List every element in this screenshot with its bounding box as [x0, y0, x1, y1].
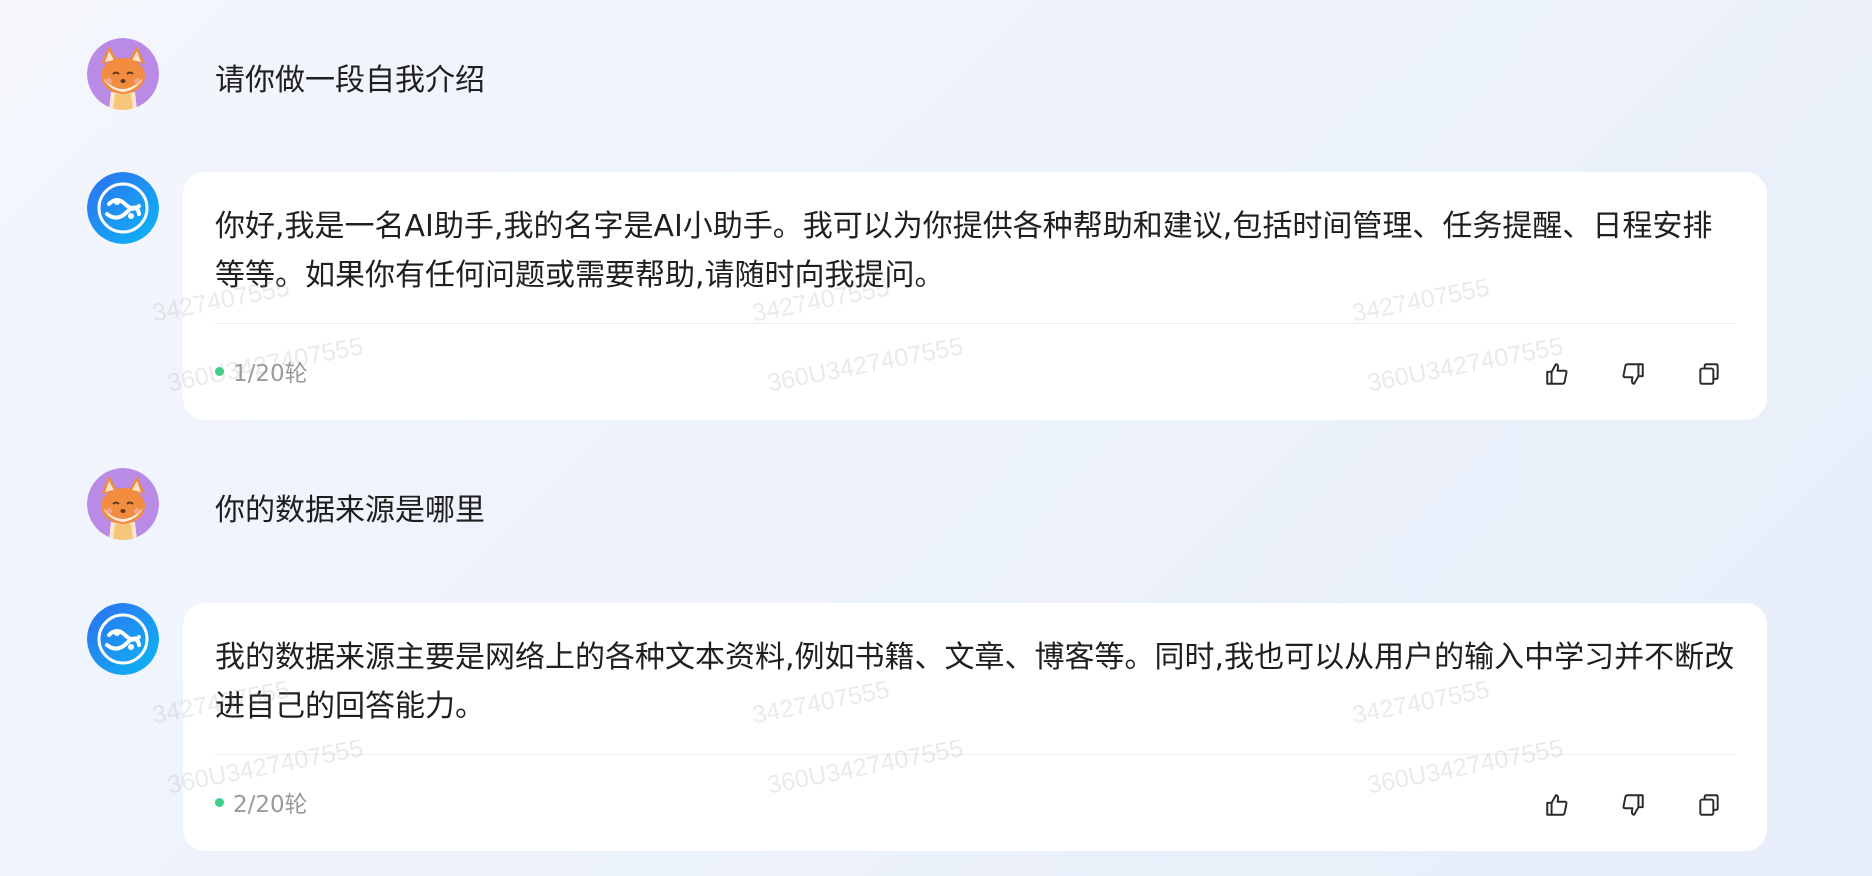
card-divider: [215, 754, 1735, 755]
thumbs-up-icon: [1546, 794, 1568, 816]
user-message-text: 你的数据来源是哪里: [215, 493, 485, 528]
copy-icon: [1699, 794, 1719, 816]
status-dot: [215, 798, 224, 807]
thumbs-down-icon: [1622, 363, 1644, 385]
thumbs-up-icon: [1546, 363, 1568, 385]
ai-assistant-logo-icon: [87, 603, 159, 675]
chat-conversation: 请你做一段自我介绍 你好,我是一名AI助手,我的名字是AI小助手。我可以为你提供…: [0, 0, 1872, 876]
assistant-avatar: [87, 172, 159, 244]
round-counter-label: 1/20轮: [233, 361, 308, 387]
fox-avatar-icon: [87, 468, 159, 540]
status-dot: [215, 367, 224, 376]
dislike-button[interactable]: [1615, 356, 1651, 392]
fox-avatar-icon: [87, 38, 159, 110]
round-counter: 1/20轮: [215, 359, 308, 389]
ai-assistant-logo-icon: [87, 172, 159, 244]
copy-icon: [1699, 363, 1719, 385]
thumbs-down-icon: [1622, 794, 1644, 816]
assistant-message-text: 我的数据来源主要是网络上的各种文本资料,例如书籍、文章、博客等。同时,我也可以从…: [215, 640, 1735, 724]
copy-button[interactable]: [1691, 787, 1727, 823]
round-counter: 2/20轮: [215, 790, 308, 820]
like-button[interactable]: [1539, 356, 1575, 392]
round-counter-label: 2/20轮: [233, 792, 308, 818]
like-button[interactable]: [1539, 787, 1575, 823]
assistant-message-text: 你好,我是一名AI助手,我的名字是AI小助手。我可以为你提供各种帮助和建议,包括…: [215, 209, 1713, 293]
dislike-button[interactable]: [1615, 787, 1651, 823]
assistant-avatar: [87, 603, 159, 675]
assistant-message-card: 我的数据来源主要是网络上的各种文本资料,例如书籍、文章、博客等。同时,我也可以从…: [183, 603, 1767, 851]
user-avatar: [87, 38, 159, 110]
user-message-text: 请你做一段自我介绍: [215, 63, 485, 98]
copy-button[interactable]: [1691, 356, 1727, 392]
assistant-message-card: 你好,我是一名AI助手,我的名字是AI小助手。我可以为你提供各种帮助和建议,包括…: [183, 172, 1767, 420]
card-divider: [215, 323, 1735, 324]
user-avatar: [87, 468, 159, 540]
